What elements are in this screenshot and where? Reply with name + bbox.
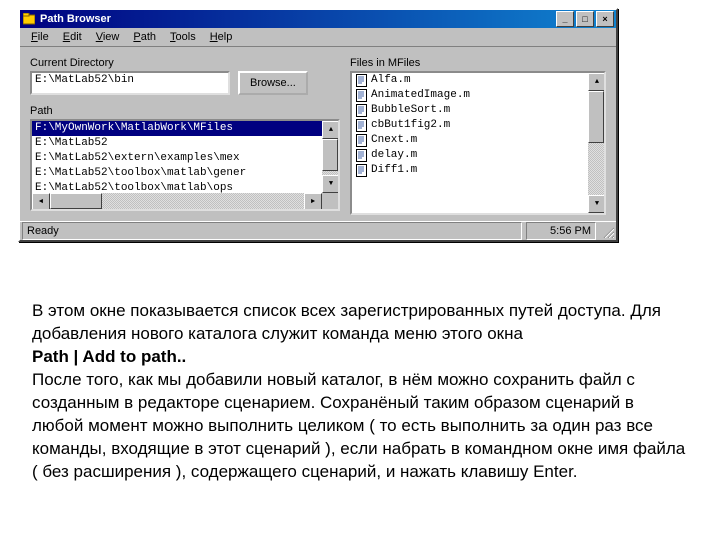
files-list-inner: Alfa.m AnimatedImage.m BubbleSort.m [352,73,588,213]
menu-path[interactable]: Path [126,30,163,44]
document-icon [355,149,367,163]
scroll-right-icon[interactable]: ► [304,193,322,211]
path-entry[interactable]: E:\MatLab52\toolbox\matlab\gener [32,166,322,181]
file-entry[interactable]: BubbleSort.m [352,103,588,118]
menu-file[interactable]: File [24,30,56,44]
path-list-inner: F:\MyOwnWork\MatlabWork\MFiles E:\MatLab… [32,121,322,193]
menu-label: ile [38,31,49,43]
document-icon [355,119,367,133]
scroll-corner [322,193,338,209]
client-area: Current Directory E:\MatLab52\bin Browse… [20,47,616,221]
scroll-thumb[interactable] [322,139,338,171]
file-name: delay.m [371,148,417,163]
menu-label: iew [103,31,120,43]
scroll-thumb[interactable] [50,193,102,209]
minimize-button[interactable]: _ [556,11,574,27]
menu-view[interactable]: View [89,30,127,44]
path-scroll-vertical[interactable]: ▲ ▼ [322,121,338,193]
current-directory-input[interactable]: E:\MatLab52\bin [30,71,230,95]
scroll-up-icon[interactable]: ▲ [588,73,606,91]
path-scroll-horizontal[interactable]: ◄ ► [32,193,322,209]
path-entry[interactable]: E:\MatLab52 [32,136,322,151]
file-entry[interactable]: Cnext.m [352,133,588,148]
file-entry[interactable]: Alfa.m [352,73,588,88]
file-entry[interactable]: AnimatedImage.m [352,88,588,103]
file-name: Cnext.m [371,133,417,148]
scroll-down-icon[interactable]: ▼ [322,175,340,193]
path-entry[interactable]: F:\MyOwnWork\MatlabWork\MFiles [32,121,322,136]
path-label: Path [30,105,340,117]
path-entry[interactable]: E:\MatLab52\toolbox\matlab\ops [32,181,322,193]
document-icon [355,89,367,103]
scroll-down-icon[interactable]: ▼ [588,195,606,213]
path-browser-window: Path Browser _ □ × File Edit View Path T… [18,8,618,242]
right-column: Files in MFiles Alfa.m AnimatedIma [350,57,606,215]
document-icon [355,164,367,178]
body-text: В этом окне показывается список всех зар… [32,300,688,484]
file-name: AnimatedImage.m [371,88,470,103]
app-icon [22,12,36,26]
document-icon [355,74,367,88]
file-name: cbBut1fig2.m [371,118,450,133]
menu-bar: File Edit View Path Tools Help [20,28,616,47]
menu-label: ath [141,31,156,43]
current-directory-label: Current Directory [30,57,340,69]
menu-tools[interactable]: Tools [163,30,203,44]
file-entry[interactable]: cbBut1fig2.m [352,118,588,133]
body-bold-command: Path | Add to path.. [32,347,186,366]
menu-label: dit [70,31,82,43]
file-entry[interactable]: Diff1.m [352,163,588,178]
path-entry[interactable]: E:\MatLab52\extern\examples\mex [32,151,322,166]
body-paragraph-1: В этом окне показывается список всех зар… [32,301,661,343]
file-name: Diff1.m [371,163,417,178]
status-time: 5:56 PM [526,222,596,240]
body-paragraph-2: После того, как мы добавили новый катало… [32,370,685,481]
document-icon [355,104,367,118]
status-ready: Ready [22,222,522,240]
maximize-button[interactable]: □ [576,11,594,27]
title-bar[interactable]: Path Browser _ □ × [20,10,616,28]
scroll-thumb[interactable] [588,91,604,143]
scroll-up-icon[interactable]: ▲ [322,121,340,139]
browse-button[interactable]: Browse... [238,71,308,95]
close-button[interactable]: × [596,11,614,27]
resize-grip-icon[interactable] [600,224,614,238]
menu-label: ools [176,31,196,43]
files-scroll-vertical[interactable]: ▲ ▼ [588,73,604,213]
status-bar: Ready 5:56 PM [20,221,616,240]
path-listbox[interactable]: F:\MyOwnWork\MatlabWork\MFiles E:\MatLab… [30,119,340,211]
file-name: Alfa.m [371,73,411,88]
scroll-left-icon[interactable]: ◄ [32,193,50,211]
document-icon [355,134,367,148]
window-title: Path Browser [40,13,111,25]
menu-help[interactable]: Help [203,30,240,44]
menu-label: elp [218,31,233,43]
file-entry[interactable]: delay.m [352,148,588,163]
file-name: BubbleSort.m [371,103,450,118]
files-label: Files in MFiles [350,57,606,69]
menu-edit[interactable]: Edit [56,30,89,44]
files-listbox[interactable]: Alfa.m AnimatedImage.m BubbleSort.m [350,71,606,215]
left-column: Current Directory E:\MatLab52\bin Browse… [30,57,340,215]
